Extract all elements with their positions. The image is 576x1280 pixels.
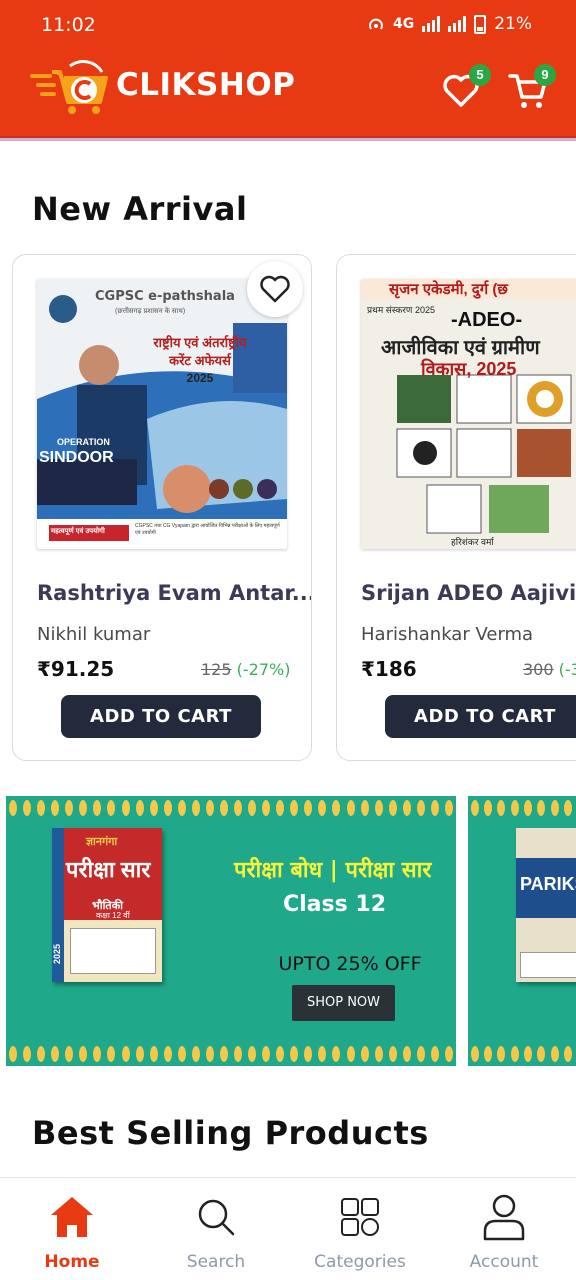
banner-class-label: Class 12 (283, 892, 386, 917)
product-cover-image: सृजन एकेडमी, दुर्ग (छ प्रथम संस्करण 2025… (361, 279, 576, 549)
status-time: 11:02 (41, 14, 96, 36)
banner-book-image: ज्ञानगंगा परीक्षा सार भौतिकी कक्षा 12 वी… (52, 828, 162, 982)
shop-now-button[interactable]: SHOP NOW (292, 985, 395, 1021)
banner-book-image: PARIKSHA (516, 828, 576, 982)
nav-account[interactable]: Account (444, 1192, 564, 1272)
cart-count-badge: 9 (534, 64, 556, 86)
product-mrp: 300 (-3 (523, 660, 576, 679)
cover-tag-operation: OPERATION (57, 437, 110, 447)
product-title[interactable]: Rashtriya Evam Antar... (37, 581, 311, 605)
nav-search[interactable]: Search (156, 1192, 276, 1272)
product-author: Nikhil kumar (37, 624, 151, 645)
product-mrp: 125 (-27%) (201, 660, 290, 679)
banner-border-bottom (6, 1042, 456, 1066)
home-icon (51, 1197, 93, 1237)
battery-level: 21% (494, 14, 532, 34)
product-card[interactable]: CGPSC e-pathshala (छत्तीसगढ़ प्रशासन के … (12, 254, 312, 761)
product-original-price: 300 (523, 660, 554, 679)
nav-home[interactable]: Home (12, 1192, 132, 1272)
banner-book-title: परीक्षा सार (66, 857, 151, 882)
hotspot-icon (368, 18, 383, 30)
header-divider (0, 136, 576, 141)
banner-heading: परीक्षा बोध | परीक्षा सार (234, 858, 432, 883)
cover-heading-line1: -ADEO- (451, 309, 523, 331)
cover-badge: महत्वपूर्ण एवं उपयोगी (51, 528, 105, 535)
product-price: ₹186 (361, 657, 417, 681)
new-arrival-title: New Arrival (32, 190, 248, 228)
cover-heading-line1: राष्ट्रीय एवं अंतर्राष्ट्रीय (153, 335, 247, 350)
battery-icon (474, 14, 487, 34)
cover-publisher: सृजन एकेडमी, दुर्ग (छ (389, 281, 508, 298)
bottom-navigation: Home Search Categories Account (0, 1177, 576, 1280)
network-type: 4G (392, 16, 415, 32)
product-card[interactable]: सृजन एकेडमी, दुर्ग (छ प्रथम संस्करण 2025… (336, 254, 576, 761)
nav-categories[interactable]: Categories (300, 1192, 420, 1272)
cart-button[interactable]: 9 (508, 64, 556, 110)
cover-heading-line3: विकास, 2025 (421, 359, 517, 379)
cover-publisher: CGPSC e-pathshala (95, 289, 235, 304)
cover-year: 2025 (186, 371, 214, 385)
cover-heading-line2: आजीविका एवं ग्रामीण (381, 337, 540, 359)
nav-categories-label: Categories (314, 1252, 406, 1272)
banner-book-brand: ज्ञानगंगा (86, 836, 118, 848)
banner-border-top (6, 796, 456, 820)
best-selling-title: Best Selling Products (32, 1114, 429, 1152)
search-icon (198, 1199, 235, 1236)
add-to-cart-button[interactable]: ADD TO CART (61, 695, 261, 738)
app-screen: 11:02 4G 21% CLIKSHOP 5 9 New Arrival CG… (0, 0, 576, 1280)
promo-banner[interactable]: ज्ञानगंगा परीक्षा सार भौतिकी कक्षा 12 वी… (6, 796, 456, 1066)
brand-name: CLIKSHOP (116, 67, 296, 103)
nav-home-label: Home (44, 1252, 100, 1272)
next-book-title: PARIKSHA (520, 874, 576, 894)
product-original-price: 125 (201, 660, 232, 679)
nav-search-label: Search (186, 1252, 246, 1272)
signal-icon (422, 16, 441, 32)
status-bar: 11:02 4G 21% (0, 0, 576, 48)
product-cover-image: CGPSC e-pathshala (छत्तीसगढ़ प्रशासन के … (37, 279, 287, 549)
heart-outline-icon (260, 275, 290, 303)
cover-heading-line2: करेंट अफेयर्स (169, 353, 231, 368)
nav-account-label: Account (469, 1252, 539, 1272)
product-price: ₹91.25 (37, 657, 115, 681)
wishlist-button[interactable]: 5 (441, 64, 491, 110)
product-discount: (-27%) (236, 660, 291, 679)
add-to-cart-button[interactable]: ADD TO CART (385, 695, 576, 738)
banner-offer: UPTO 25% OFF (278, 953, 422, 975)
cover-subtitle: (छत्तीसगढ़ प्रशासन के साथ) (115, 308, 186, 315)
cover-author: हरिशंकर वर्मा (451, 537, 494, 547)
cover-tag-sindoor: SINDOOR (39, 449, 114, 466)
product-author: Harishankar Verma (361, 624, 534, 645)
signal-icon (448, 16, 467, 32)
status-icons: 4G 21% (367, 14, 532, 34)
banner-border-bottom (468, 1042, 576, 1066)
cover-edition: प्रथम संस्करण 2025 (367, 305, 435, 315)
product-discount: (-3 (558, 660, 576, 679)
wishlist-count-badge: 5 (469, 64, 491, 86)
add-to-wishlist-button[interactable] (247, 261, 303, 317)
cart-logo-icon (30, 52, 110, 118)
cover-note: CGPSC तथा CG Vyapam द्वारा आयोजित विभिन्… (135, 523, 280, 536)
app-header: 11:02 4G 21% CLIKSHOP 5 9 (0, 0, 576, 138)
banner-border-top (468, 796, 576, 820)
banner-book-year: 2025 (52, 943, 62, 964)
product-title[interactable]: Srijan ADEO Aajivika (361, 581, 576, 605)
account-icon (483, 1194, 525, 1241)
clikshop-logo[interactable]: CLIKSHOP (30, 52, 295, 118)
promo-banner[interactable]: PARIKSHA (468, 796, 576, 1066)
categories-icon (341, 1198, 379, 1236)
banner-book-grade: कक्षा 12 वीं (96, 911, 130, 920)
